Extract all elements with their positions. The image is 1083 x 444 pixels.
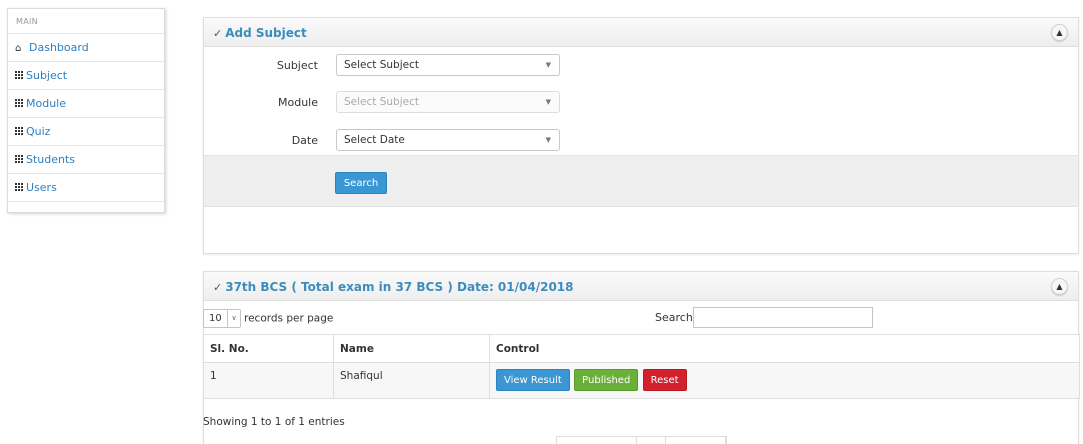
pagination-previous[interactable] [557, 437, 637, 444]
collapse-button[interactable]: ▲ [1051, 278, 1068, 295]
sidebar-item-subject[interactable]: Subject [8, 62, 164, 90]
add-subject-panel: ✓ Add Subject ▲ Subject Select Subject ▼ M… [203, 17, 1079, 254]
search-button[interactable]: Search [335, 172, 387, 194]
sidebar-item-label: Module [26, 97, 66, 110]
search-label: Search: [655, 311, 697, 324]
grid-icon [15, 127, 24, 136]
view-result-button[interactable]: View Result [496, 369, 570, 391]
module-row: Module Select Subject ▼ [204, 91, 1078, 115]
sidebar-item-users[interactable]: Users [8, 174, 164, 202]
grid-icon [15, 71, 24, 80]
cell-name: Shafiqul [333, 362, 490, 399]
chevron-up-icon: ▲ [1056, 282, 1063, 291]
results-table-area: 10 ∨ records per page Search: Sl. No. Name… [203, 300, 1080, 444]
module-select[interactable]: Select Subject ▼ [336, 91, 560, 113]
column-header[interactable]: Sl. No. [203, 334, 334, 363]
caret-down-icon: ▼ [545, 61, 551, 69]
cell-sl-no: 1 [203, 362, 334, 399]
pagination-page[interactable] [637, 437, 666, 444]
panel-header: ✓ Add Subject ▲ [204, 18, 1078, 47]
records-per-page: 10 ∨ records per page [203, 309, 333, 328]
table-row: 1 Shafiqul View Result Published Reset [203, 362, 1080, 399]
collapse-button[interactable]: ▲ [1051, 24, 1068, 41]
sidebar-item-dashboard[interactable]: ⌂ Dashboard [8, 34, 164, 62]
panel-header: ✓ 37th BCS ( Total exam in 37 BCS ) Date:… [204, 272, 1078, 301]
edit-icon: ✓ [213, 281, 223, 294]
results-table: Sl. No. Name Control 1 Shafiqul View Res… [203, 334, 1080, 399]
search-input[interactable] [693, 307, 873, 328]
sidebar-item-label: Students [26, 153, 76, 166]
sidebar: MAIN ⌂ Dashboard Subject Module Quiz Stud… [7, 8, 165, 213]
form-actions: Search [204, 155, 1078, 207]
records-per-page-select[interactable]: 10 ∨ [203, 309, 241, 328]
caret-down-icon: ▼ [545, 136, 551, 144]
date-row: Date Select Date ▼ [204, 129, 1078, 153]
subject-label: Subject [276, 59, 318, 72]
home-icon: ⌂ [15, 43, 22, 54]
sidebar-item-label: Dashboard [29, 41, 89, 54]
panel-title: ✓ 37th BCS ( Total exam in 37 BCS ) Date:… [213, 280, 574, 294]
chevron-down-icon: ∨ [227, 310, 240, 327]
cell-control: View Result Published Reset [489, 362, 1080, 399]
pagination [556, 436, 727, 444]
sidebar-item-label: Users [26, 181, 57, 194]
sidebar-section-label: MAIN [8, 9, 164, 34]
date-select[interactable]: Select Date ▼ [336, 129, 560, 151]
chevron-up-icon: ▲ [1056, 28, 1063, 37]
sidebar-item-students[interactable]: Students [8, 146, 164, 174]
pagination-next[interactable] [666, 437, 726, 444]
column-header[interactable]: Name [333, 334, 490, 363]
grid-icon [15, 155, 24, 164]
edit-icon: ✓ [213, 27, 223, 40]
panel-title: ✓ Add Subject [213, 26, 307, 40]
published-button[interactable]: Published [574, 369, 639, 391]
subject-select[interactable]: Select Subject ▼ [336, 54, 560, 76]
table-info: Showing 1 to 1 of 1 entries [203, 416, 345, 428]
reset-button[interactable]: Reset [642, 369, 687, 391]
caret-down-icon: ▼ [545, 98, 551, 106]
date-label: Date [291, 134, 318, 147]
sidebar-item-quiz[interactable]: Quiz [8, 118, 164, 146]
sidebar-item-module[interactable]: Module [8, 90, 164, 118]
module-label: Module [278, 96, 318, 109]
grid-icon [15, 183, 24, 192]
grid-icon [15, 99, 24, 108]
sidebar-item-label: Quiz [26, 125, 51, 138]
table-header-row: Sl. No. Name Control [203, 334, 1080, 363]
sidebar-item-label: Subject [26, 69, 68, 82]
records-per-page-label: records per page [244, 312, 334, 325]
subject-row: Subject Select Subject ▼ [204, 54, 1078, 78]
column-header[interactable]: Control [489, 334, 1080, 363]
